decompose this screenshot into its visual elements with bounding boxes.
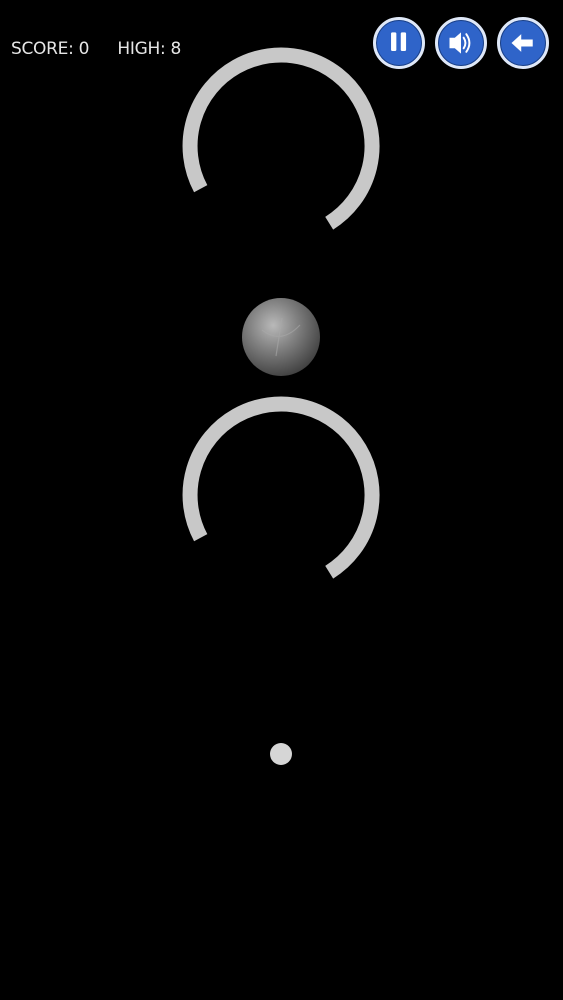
playfield bbox=[182, 47, 380, 765]
ring-obstacle-bottom bbox=[182, 396, 380, 579]
game-stage[interactable]: SCORE: 0 HIGH: 8 bbox=[0, 0, 563, 1000]
ring-obstacle-top bbox=[182, 47, 380, 230]
player-ball bbox=[242, 298, 320, 376]
dot-pickup bbox=[270, 743, 292, 765]
